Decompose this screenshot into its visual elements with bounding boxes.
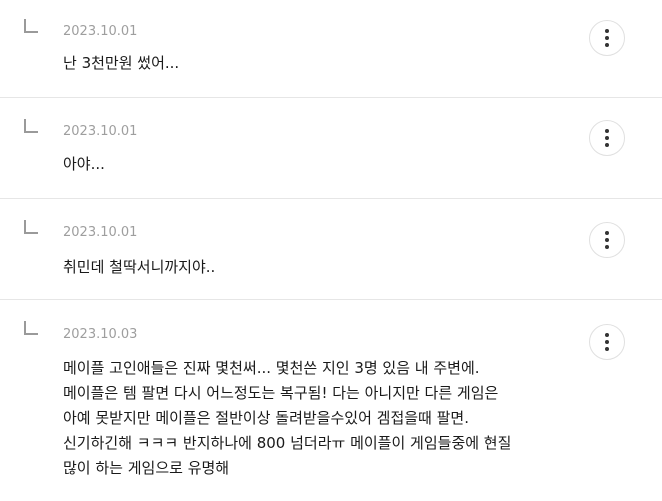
comment-line: 많이 하는 게임으로 유명해 xyxy=(63,459,230,477)
more-options-button[interactable] xyxy=(589,20,625,56)
comment-text: 메이플 고인애들은 진짜 몇천써... 몇천쓴 지인 3명 있음 내 주변에. … xyxy=(63,356,572,481)
reply-arrow-icon xyxy=(24,321,38,335)
kebab-menu-icon xyxy=(605,129,609,147)
more-options-button[interactable] xyxy=(589,222,625,258)
comment-line: 메이플 고인애들은 진짜 몇천써... 몇천쓴 지인 3명 있음 내 주변에. xyxy=(63,359,480,377)
comment-date: 2023.10.01 xyxy=(63,124,138,139)
comment-text: 취민데 철딱서니까지야.. xyxy=(63,255,572,280)
kebab-menu-icon xyxy=(605,29,609,47)
comment-line: 신기하긴해 ㅋㅋㅋ 반지하나에 800 넘더라ㅠ 메이플이 게임들중에 현질 xyxy=(63,434,512,452)
comment-text: 아야... xyxy=(63,152,572,177)
comment-date: 2023.10.01 xyxy=(63,24,138,39)
reply-arrow-icon xyxy=(24,19,38,33)
reply-item: 2023.10.01 취민데 철딱서니까지야.. xyxy=(0,199,662,300)
more-options-button[interactable] xyxy=(589,324,625,360)
comment-line: 아야... xyxy=(63,155,105,173)
reply-item: 2023.10.01 아야... xyxy=(0,98,662,199)
reply-arrow-icon xyxy=(24,220,38,234)
comment-line: 난 3천만원 썼어... xyxy=(63,54,180,72)
comment-text: 난 3천만원 썼어... xyxy=(63,51,572,76)
kebab-menu-icon xyxy=(605,231,609,249)
comment-line: 아예 못받지만 메이플은 절반이상 돌려받을수있어 겜접을때 팔면. xyxy=(63,409,469,427)
reply-item: 2023.10.01 난 3천만원 썼어... xyxy=(0,0,662,98)
kebab-menu-icon xyxy=(605,333,609,351)
more-options-button[interactable] xyxy=(589,120,625,156)
reply-item: 2023.10.03 메이플 고인애들은 진짜 몇천써... 몇천쓴 지인 3명… xyxy=(0,300,662,501)
comment-line: 취민데 철딱서니까지야.. xyxy=(63,258,216,276)
comment-date: 2023.10.03 xyxy=(63,327,138,342)
comment-date: 2023.10.01 xyxy=(63,225,138,240)
comment-line: 메이플은 템 팔면 다시 어느정도는 복구됨! 다는 아니지만 다른 게임은 xyxy=(63,384,499,402)
reply-list: 2023.10.01 난 3천만원 썼어... 2023.10.01 아야...… xyxy=(0,0,662,501)
reply-arrow-icon xyxy=(24,119,38,133)
